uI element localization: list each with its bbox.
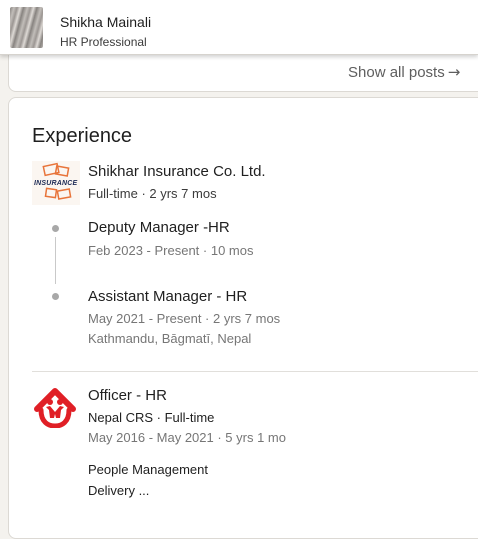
entry-divider — [32, 371, 478, 372]
company-employment: Nepal CRS · Full-time — [88, 410, 215, 425]
sticky-profile-header[interactable]: Shikha Mainali HR Professional — [0, 0, 478, 55]
timeline-dot — [52, 225, 59, 232]
show-all-posts-link[interactable]: Show all posts → — [348, 63, 460, 81]
company-name[interactable]: Shikhar Insurance Co. Ltd. — [88, 163, 266, 180]
section-title: Experience — [32, 125, 133, 147]
role-dates: May 2021 - Present · 2 yrs 7 mos — [88, 311, 281, 326]
skills-text: People Management — [88, 462, 208, 477]
profile-name: Shikha Mainali — [60, 14, 152, 30]
family-shield-icon — [34, 388, 76, 429]
role-location: Kathmandu, Bāgmatī, Nepal — [88, 331, 252, 346]
position-title[interactable]: Officer - HR — [88, 387, 167, 404]
company-tenure: Full-time · 2 yrs 7 mos — [88, 186, 217, 201]
role-title: Assistant Manager - HR — [88, 288, 248, 305]
nepal-crs-logo[interactable] — [34, 386, 76, 429]
description-text[interactable]: Delivery ... — [88, 483, 149, 498]
shikhar-insurance-logo[interactable]: INSURANCE — [32, 161, 80, 205]
position-dates: May 2016 - May 2021 · 5 yrs 1 mo — [88, 430, 286, 445]
avatar[interactable] — [10, 7, 43, 48]
profile-headline: HR Professional — [60, 35, 147, 49]
role-dates: Feb 2023 - Present · 10 mos — [88, 243, 254, 258]
role-title: Deputy Manager -HR — [88, 219, 230, 236]
logo-wordmark: INSURANCE — [34, 180, 78, 187]
timeline-dot — [52, 293, 59, 300]
timeline-line — [55, 237, 56, 284]
arrow-right-icon: → — [447, 63, 461, 81]
show-all-posts-label: Show all posts — [348, 64, 445, 81]
